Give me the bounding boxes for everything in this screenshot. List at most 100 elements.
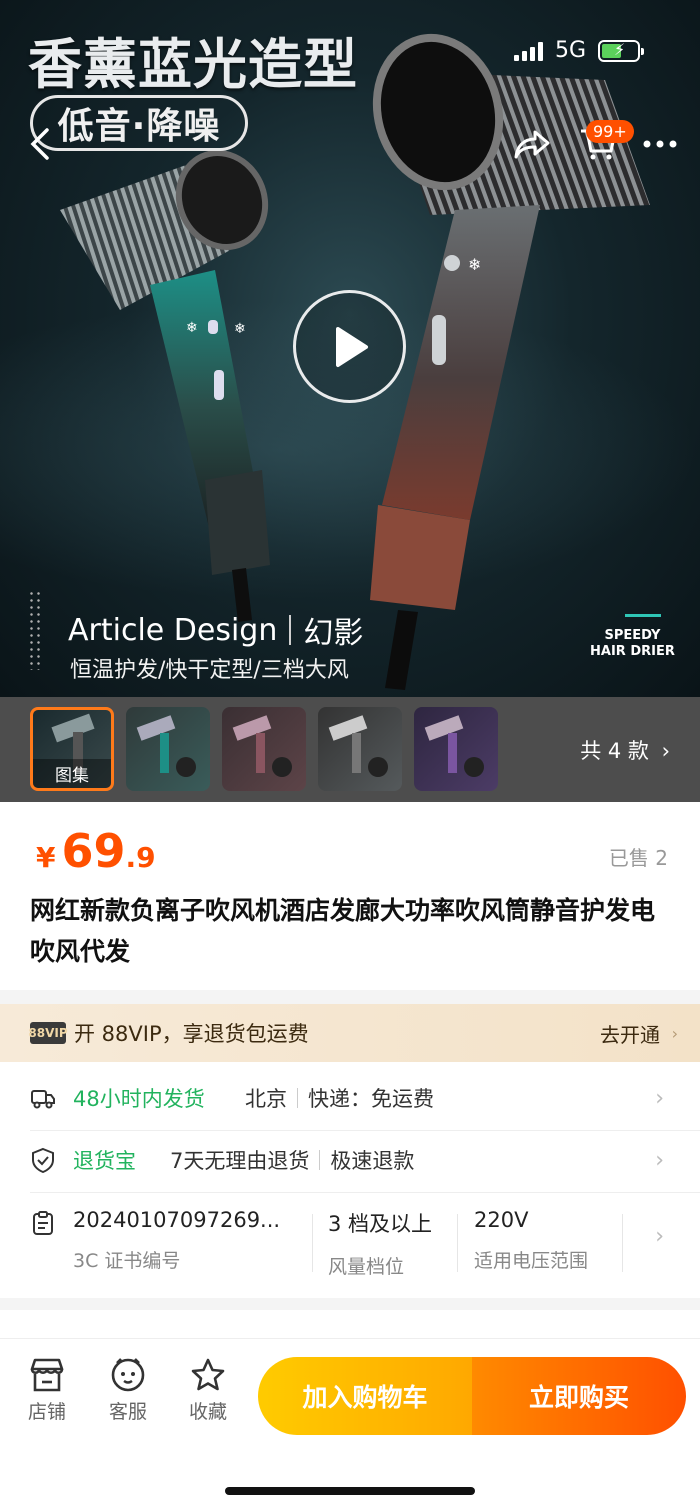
88vip-logo: 88VIP bbox=[28, 1022, 68, 1044]
article-design-cn: 幻影 bbox=[303, 616, 364, 651]
battery-icon: ⚡ bbox=[598, 39, 644, 62]
thumbnail-variant-4[interactable] bbox=[414, 707, 498, 791]
delivery-truck-icon bbox=[31, 1090, 55, 1109]
share-icon bbox=[514, 130, 550, 159]
variant-count-link[interactable]: 共 4 款 › bbox=[580, 735, 670, 765]
buy-now-button[interactable]: 立即购买 bbox=[472, 1357, 686, 1435]
thumbnail-variant-1[interactable] bbox=[126, 707, 210, 791]
dryer-thumbnail-icon bbox=[136, 715, 196, 777]
product-title: 网红新款负离子吹风机酒店发廊大功率吹风筒静音护发电吹风代发 bbox=[30, 896, 656, 966]
hero-badge: 低音·降噪 bbox=[30, 95, 248, 151]
chevron-right-icon: › bbox=[671, 1023, 678, 1043]
divider bbox=[622, 1214, 623, 1272]
shipping-time: 48小时内发货 bbox=[73, 1087, 205, 1111]
chevron-right-icon: › bbox=[655, 1224, 664, 1249]
clipboard-icon bbox=[33, 1211, 53, 1235]
vip-open-link[interactable]: 去开通 bbox=[600, 1019, 660, 1048]
store-icon bbox=[30, 1358, 64, 1392]
divider bbox=[297, 1088, 298, 1108]
divider bbox=[319, 1150, 321, 1170]
chevron-right-icon: › bbox=[655, 1147, 664, 1173]
vip-text: 开 88VIP，享退货包运费 bbox=[74, 1022, 309, 1046]
svg-text:❄: ❄ bbox=[468, 255, 481, 274]
spec-voltage: 220V 适用电压范围 bbox=[474, 1208, 588, 1273]
more-dots-icon bbox=[643, 140, 677, 148]
status-bar: 5G ⚡ bbox=[513, 38, 644, 63]
shipping-express: 快递：免运费 bbox=[308, 1087, 434, 1111]
chevron-right-icon: › bbox=[655, 1085, 664, 1111]
spec-value: 3 档及以上 bbox=[328, 1212, 433, 1236]
article-design-label: Article Design 幻影 bbox=[68, 608, 363, 652]
shipping-row[interactable]: 48小时内发货 北京 快递：免运费 › bbox=[0, 1066, 700, 1130]
home-indicator bbox=[225, 1487, 475, 1495]
price-integer: 69 bbox=[61, 824, 126, 878]
shipping-origin: 北京 bbox=[245, 1087, 287, 1111]
returns-service: 退货宝 bbox=[73, 1149, 136, 1173]
speedy-hair-drier-label: SPEEDY HAIR DRIER bbox=[590, 628, 675, 660]
sold-count: 已售 2 bbox=[608, 846, 668, 870]
gallery-label: 图集 bbox=[33, 759, 111, 788]
shield-check-icon bbox=[32, 1147, 54, 1173]
spec-air-volume: 3 档及以上 风量档位 bbox=[328, 1208, 432, 1279]
customer-service-button[interactable]: 客服 bbox=[93, 1357, 163, 1424]
network-label: 5G bbox=[554, 38, 586, 63]
dryer-thumbnail-icon bbox=[328, 715, 388, 777]
returns-row[interactable]: 退货宝 7天无理由退货 极速退款 › bbox=[0, 1128, 700, 1192]
svg-text:❄: ❄ bbox=[234, 321, 246, 337]
hero-title: 香薰蓝光造型 bbox=[28, 33, 358, 96]
favorite-button[interactable]: 收藏 bbox=[173, 1357, 243, 1424]
signal-icon bbox=[513, 41, 543, 61]
currency-symbol: ¥ bbox=[36, 841, 56, 874]
section-gap bbox=[0, 1298, 700, 1338]
teal-hair-dryer: ❄ ❄ bbox=[60, 150, 270, 622]
dryer-thumbnail-icon bbox=[232, 715, 292, 777]
customer-service-label: 客服 bbox=[108, 1401, 147, 1423]
spec-parameters-row[interactable]: 20240107097269... 3C 证书编号 3 档及以上 风量档位 22… bbox=[0, 1194, 700, 1290]
svg-text:❄: ❄ bbox=[186, 320, 198, 336]
price-card: ¥ 69 .9 已售 2 网红新款负离子吹风机酒店发廊大功率吹风筒静音护发电吹风… bbox=[0, 802, 700, 990]
price-decimal: .9 bbox=[125, 841, 156, 874]
store-label: 店铺 bbox=[27, 1401, 66, 1423]
spec-label: 3C 证书编号 bbox=[73, 1250, 181, 1272]
add-to-cart-button[interactable]: 加入购物车 bbox=[258, 1357, 472, 1435]
speedy-line2: HAIR DRIER bbox=[590, 644, 675, 659]
star-icon bbox=[191, 1358, 225, 1391]
divider bbox=[30, 1192, 700, 1193]
returns-refund: 极速退款 bbox=[330, 1149, 415, 1173]
chevron-right-icon: › bbox=[661, 739, 670, 763]
play-icon bbox=[335, 326, 368, 367]
speedy-accent-bar bbox=[625, 614, 661, 617]
more-button[interactable] bbox=[640, 124, 680, 164]
spec-value: 20240107097269... bbox=[73, 1208, 281, 1232]
cart-count-badge: 99+ bbox=[586, 120, 634, 143]
variant-count-text: 共 4 款 bbox=[580, 739, 649, 763]
bottom-action-bar: 店铺 客服 收藏 加入购物车 立即购买 bbox=[0, 1338, 700, 1508]
spec-label: 风量档位 bbox=[328, 1256, 405, 1278]
thumbnail-variant-3[interactable] bbox=[318, 707, 402, 791]
customer-service-icon bbox=[111, 1358, 145, 1392]
back-button[interactable] bbox=[20, 124, 60, 164]
vip-banner[interactable]: 88VIP 开 88VIP，享退货包运费 去开通 › bbox=[0, 1004, 700, 1062]
spec-label: 适用电压范围 bbox=[474, 1250, 589, 1272]
thumbnail-gallery[interactable]: 图集 bbox=[30, 707, 114, 791]
play-video-button[interactable] bbox=[293, 290, 406, 403]
divider bbox=[457, 1214, 458, 1272]
dryer-thumbnail-icon bbox=[424, 715, 484, 777]
variant-thumbnail-strip: 图集 共 4 款 › bbox=[0, 697, 700, 802]
product-hero-media[interactable]: ❄ ❄ ❄ 香薰蓝光造型 低音·降噪 5G ⚡ 99+ Article Desi… bbox=[0, 0, 700, 697]
returns-policy: 7天无理由退货 bbox=[170, 1149, 310, 1173]
favorite-label: 收藏 bbox=[188, 1401, 227, 1423]
spec-certificate: 20240107097269... 3C 证书编号 bbox=[73, 1208, 280, 1273]
hero-slogan: 恒温护发/快干定型/三档大风 bbox=[70, 658, 349, 683]
divider bbox=[312, 1214, 313, 1272]
price: ¥ 69 .9 bbox=[36, 824, 156, 878]
decorative-dots bbox=[28, 590, 42, 670]
spec-value: 220V bbox=[474, 1208, 529, 1232]
divider bbox=[289, 615, 292, 645]
share-button[interactable] bbox=[512, 124, 552, 164]
article-design-text: Article Design bbox=[68, 612, 278, 648]
store-button[interactable]: 店铺 bbox=[12, 1357, 82, 1424]
speedy-line1: SPEEDY bbox=[604, 628, 661, 643]
thumbnail-variant-2[interactable] bbox=[222, 707, 306, 791]
chevron-left-icon bbox=[30, 128, 49, 160]
